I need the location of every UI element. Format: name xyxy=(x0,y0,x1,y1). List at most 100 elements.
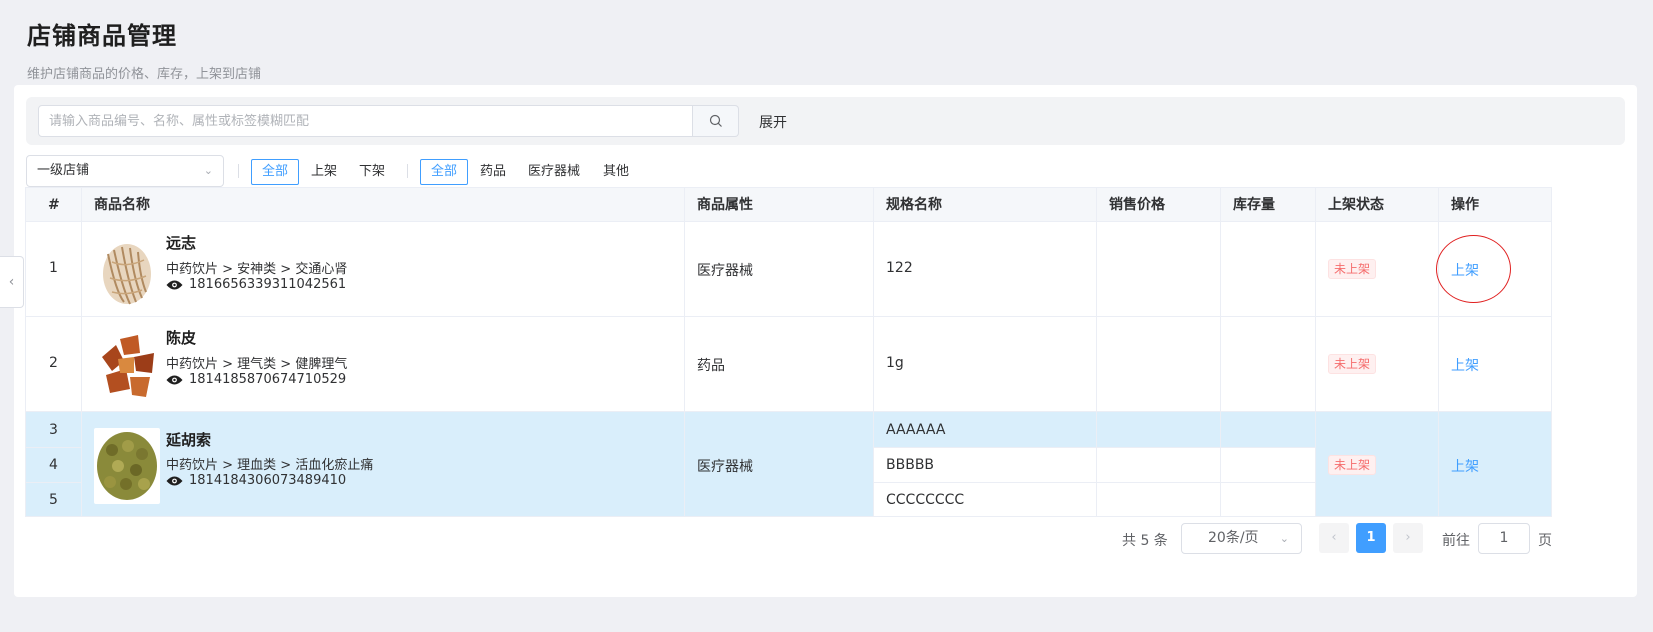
stock-cell xyxy=(1221,317,1316,411)
price-cell xyxy=(1097,412,1221,516)
attribute-cell: 药品 xyxy=(685,317,874,411)
column-header-name: 商品名称 xyxy=(82,188,685,223)
divider xyxy=(26,447,81,448)
goto-label: 前往 xyxy=(1442,533,1470,549)
stock-cell xyxy=(1221,412,1316,516)
product-code: 1814184306073489410 xyxy=(189,473,347,488)
attribute-cell: 医疗器械 xyxy=(685,222,874,316)
divider xyxy=(238,164,239,178)
product-image xyxy=(94,232,160,308)
action-cell: 上架 xyxy=(1439,412,1553,516)
divider xyxy=(874,482,1096,483)
attribute-cell: 医疗器械 xyxy=(685,412,874,516)
page-number-button[interactable]: 1 xyxy=(1356,523,1386,553)
page-size-select[interactable]: 20条/页 ⌄ xyxy=(1181,523,1302,554)
product-code: 1816656339311042561 xyxy=(189,277,347,292)
type-chip-other[interactable]: 其他 xyxy=(592,159,640,185)
list-product-button[interactable]: 上架 xyxy=(1451,456,1479,476)
column-header-stock: 库存量 xyxy=(1221,188,1316,223)
product-code-line: 1814185870674710529 xyxy=(166,372,346,387)
status-chip-listed[interactable]: 上架 xyxy=(300,159,348,185)
product-category: 中药饮片 > 理血类 > 活血化瘀止痛 xyxy=(166,458,374,473)
column-header-spec: 规格名称 xyxy=(874,188,1097,223)
divider xyxy=(1221,447,1315,448)
product-name: 远志 xyxy=(166,234,197,252)
search-input[interactable] xyxy=(38,105,693,137)
type-chip-device[interactable]: 医疗器械 xyxy=(517,159,591,185)
chevron-left-icon: ‹ xyxy=(8,274,15,290)
chevron-right-icon: › xyxy=(1405,530,1411,545)
chevron-down-icon: ⌄ xyxy=(203,164,213,177)
page-title: 店铺商品管理 xyxy=(27,22,177,50)
main-card: 展开 一级店铺 ⌄ 全部 上架 下架 全部 药品 医疗器械 其他 # 商品名称 … xyxy=(14,85,1637,597)
search-button[interactable] xyxy=(693,105,739,137)
divider xyxy=(1221,482,1315,483)
expand-filters-link[interactable]: 展开 xyxy=(759,112,787,132)
product-name: 延胡索 xyxy=(166,431,212,449)
eye-icon[interactable] xyxy=(166,279,183,291)
page-header: 店铺商品管理 维护店铺商品的价格、库存，上架到店铺 xyxy=(27,16,261,82)
next-page-button[interactable]: › xyxy=(1393,523,1423,553)
filter-row: 一级店铺 ⌄ 全部 上架 下架 全部 药品 医疗器械 其他 xyxy=(26,155,1626,187)
eye-icon[interactable] xyxy=(166,374,183,386)
chevron-left-icon: ‹ xyxy=(1331,530,1337,545)
column-header-action: 操作 xyxy=(1451,197,1479,213)
eye-icon[interactable] xyxy=(166,475,183,487)
status-cell: 未上架 xyxy=(1316,412,1439,516)
spec-cell: AAAAAA BBBBB CCCCCCCC xyxy=(874,412,1097,516)
product-category: 中药饮片 > 理气类 > 健脾理气 xyxy=(166,357,348,372)
store-select-value: 一级店铺 xyxy=(37,163,90,178)
divider xyxy=(1097,482,1220,483)
status-badge: 未上架 xyxy=(1328,354,1377,374)
product-code-line: 1816656339311042561 xyxy=(166,277,346,292)
spec-cell: 122 xyxy=(874,222,1097,316)
product-cell: 延胡索 中药饮片 > 理血类 > 活血化瘀止痛 1814184306073489… xyxy=(82,412,685,516)
column-header-attribute: 商品属性 xyxy=(685,188,874,223)
column-header-status: 上架状态 xyxy=(1316,188,1439,223)
table-header: # 商品名称 商品属性 规格名称 销售价格 库存量 上架状态 操作 xyxy=(25,187,1552,223)
divider xyxy=(874,447,1096,448)
column-header-index: # xyxy=(26,188,82,223)
index-cell: 2 xyxy=(26,317,82,411)
page-unit-label: 页 xyxy=(1538,533,1552,549)
product-image xyxy=(94,327,160,403)
pagination: 共 5 条 20条/页 ⌄ ‹ 1 › 前往 1 页 xyxy=(14,523,1637,555)
pagination-total: 共 5 条 xyxy=(1122,533,1168,549)
page-size-value: 20条/页 xyxy=(1208,530,1259,546)
page-subtitle: 维护店铺商品的价格、库存，上架到店铺 xyxy=(27,67,262,82)
table-row: 3 4 5 延胡索 中药饮片 > 理血类 > 活血化瘀止痛 1814184306… xyxy=(25,412,1552,517)
table-row: 1 远志 中药饮片 > 安神类 > 交通心肾 18166563393110425… xyxy=(25,222,1552,317)
type-chip-all[interactable]: 全部 xyxy=(420,159,469,185)
status-chip-unlisted[interactable]: 下架 xyxy=(348,159,396,185)
status-badge: 未上架 xyxy=(1328,455,1377,475)
product-name: 陈皮 xyxy=(166,329,197,347)
product-code: 1814185870674710529 xyxy=(189,372,347,387)
stock-cell xyxy=(1221,222,1316,316)
product-category: 中药饮片 > 安神类 > 交通心肾 xyxy=(166,262,348,277)
search-icon xyxy=(709,114,722,127)
column-header-price: 销售价格 xyxy=(1097,188,1221,223)
divider xyxy=(407,164,408,178)
price-cell xyxy=(1097,317,1221,411)
type-chip-drug[interactable]: 药品 xyxy=(469,159,517,185)
product-cell: 陈皮 中药饮片 > 理气类 > 健脾理气 1814185870674710529 xyxy=(82,317,685,411)
prev-page-button[interactable]: ‹ xyxy=(1319,523,1349,553)
status-chip-all[interactable]: 全部 xyxy=(251,159,300,185)
list-product-button[interactable]: 上架 xyxy=(1451,355,1479,375)
price-cell xyxy=(1097,222,1221,316)
status-badge: 未上架 xyxy=(1328,259,1377,279)
search-bar: 展开 xyxy=(26,97,1625,145)
store-select[interactable]: 一级店铺 ⌄ xyxy=(26,155,224,187)
goto-page-input[interactable]: 1 xyxy=(1478,523,1530,554)
product-code-line: 1814184306073489410 xyxy=(166,473,346,488)
chevron-down-icon: ⌄ xyxy=(1279,532,1289,545)
sidebar-collapse-button[interactable]: ‹ xyxy=(0,256,24,308)
index-cell: 3 4 5 xyxy=(26,412,82,516)
index-cell: 1 xyxy=(26,222,82,316)
table-row: 2 陈皮 中药饮片 > 理气类 > 健脾理气 18141858706747105… xyxy=(25,317,1552,412)
product-cell: 远志 中药饮片 > 安神类 > 交通心肾 1816656339311042561 xyxy=(82,222,685,316)
status-cell: 未上架 xyxy=(1316,222,1439,316)
status-cell: 未上架 xyxy=(1316,317,1439,411)
action-cell: 上架 xyxy=(1439,317,1553,411)
action-cell: 上架 xyxy=(1436,222,1553,316)
